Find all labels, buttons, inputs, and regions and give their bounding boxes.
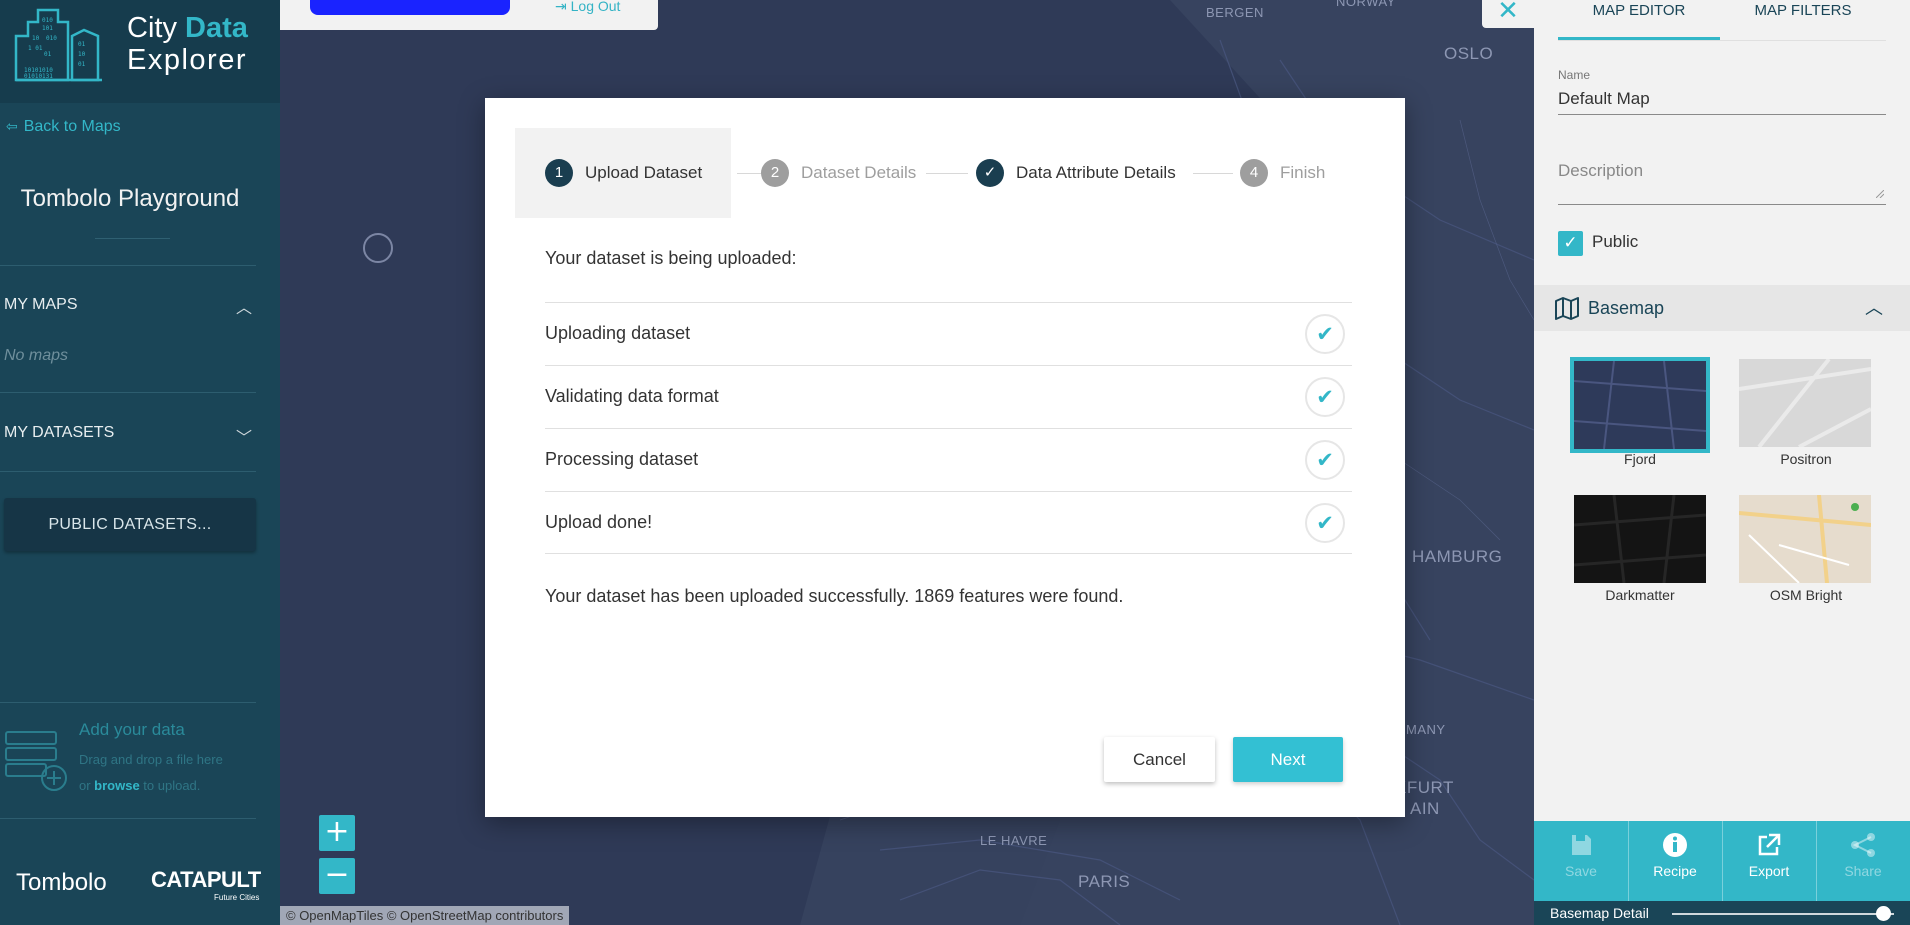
task-row: Upload done! (545, 491, 1352, 554)
step-connector (926, 173, 968, 174)
step-label: Finish (1280, 163, 1326, 182)
step-label: Dataset Details (801, 163, 917, 182)
step-number: 2 (761, 159, 789, 187)
step-upload-dataset[interactable]: 1 Upload Dataset (515, 128, 731, 218)
step-label: Data Attribute Details (1016, 163, 1176, 182)
step-connector (1193, 173, 1233, 174)
step-number: 1 (545, 159, 573, 187)
task-row: Uploading dataset (545, 302, 1352, 365)
checkmark-icon: ✔ (1305, 377, 1345, 417)
task-label: Processing dataset (545, 449, 699, 469)
task-label: Validating data format (545, 386, 719, 406)
task-label: Uploading dataset (545, 323, 691, 343)
upload-result-message: Your dataset has been uploaded successfu… (545, 586, 1124, 606)
task-row: Processing dataset (545, 428, 1352, 491)
wizard-stepper: 1 Upload Dataset 2 Dataset Details ✓ Dat… (515, 128, 1375, 218)
upload-status-heading: Your dataset is being uploaded: (545, 248, 797, 268)
upload-dataset-dialog: 1 Upload Dataset 2 Dataset Details ✓ Dat… (485, 98, 1405, 817)
step-finish[interactable]: 4 Finish (1240, 128, 1325, 218)
cancel-button[interactable]: Cancel (1104, 737, 1215, 782)
step-dataset-details[interactable]: 2 Dataset Details (761, 128, 916, 218)
next-button[interactable]: Next (1233, 737, 1343, 782)
check-icon: ✓ (976, 159, 1004, 187)
step-data-attribute-details[interactable]: ✓ Data Attribute Details (976, 128, 1176, 218)
checkmark-icon: ✔ (1305, 503, 1345, 543)
step-number: 4 (1240, 159, 1268, 187)
task-row: Validating data format (545, 365, 1352, 428)
checkmark-icon: ✔ (1305, 314, 1345, 354)
step-label: Upload Dataset (585, 163, 703, 182)
checkmark-icon: ✔ (1305, 440, 1345, 480)
task-label: Upload done! (545, 512, 653, 532)
